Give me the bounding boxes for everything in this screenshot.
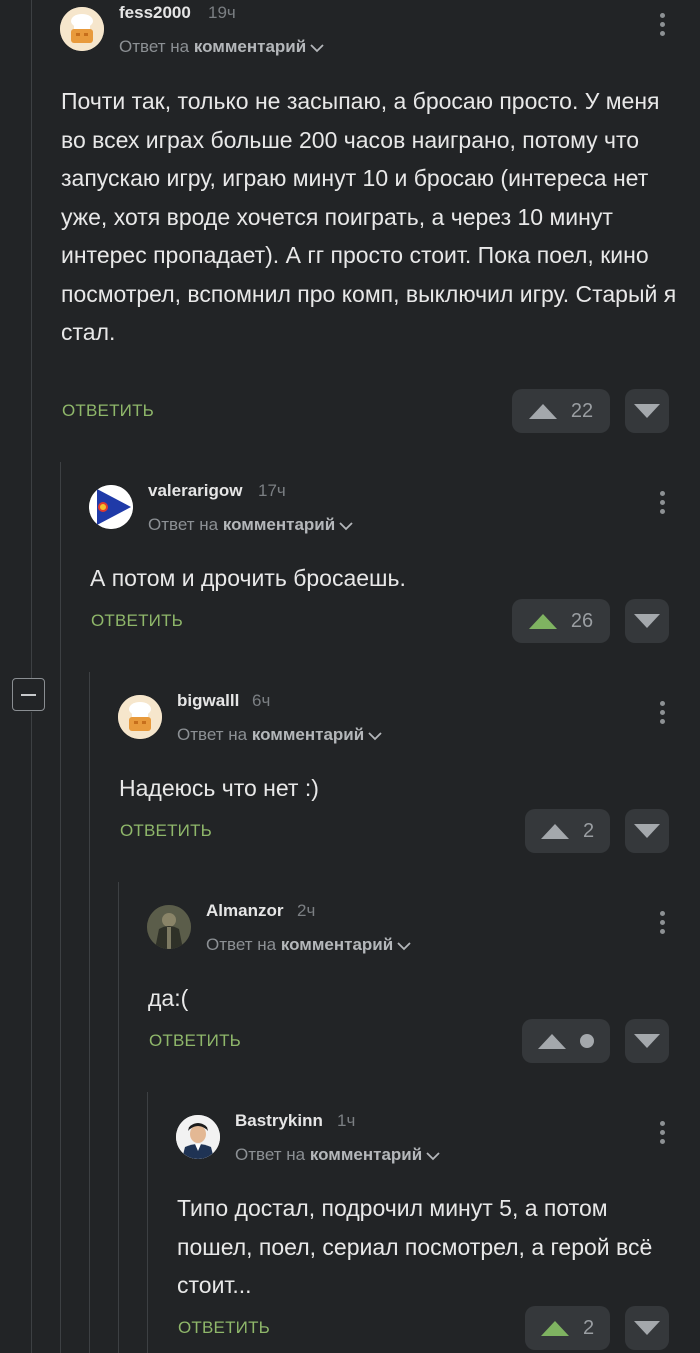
thread-line [31, 0, 32, 678]
downvote-button[interactable] [625, 599, 669, 643]
avatar[interactable] [176, 1115, 220, 1159]
user-photo-icon [147, 905, 191, 949]
author-name[interactable]: fess2000 [119, 3, 191, 23]
more-options-icon[interactable] [657, 911, 667, 941]
author-name[interactable]: bigwalll [177, 691, 239, 711]
more-options-icon[interactable] [657, 13, 667, 43]
upvote-button[interactable]: 2 [525, 809, 610, 853]
reply-button[interactable]: ОТВЕТИТЬ [62, 401, 154, 421]
comment-text: Типо достал, подрочил минут 5, а потом п… [177, 1195, 653, 1298]
chevron-down-icon [368, 731, 382, 740]
reply-to-link[interactable]: Ответ на комментарий [235, 1145, 440, 1165]
reply-to-link[interactable]: Ответ на комментарий [119, 37, 324, 57]
comment-text: да:( [148, 985, 189, 1011]
chevron-down-icon [339, 521, 353, 530]
chevron-down-icon [426, 1151, 440, 1160]
arrow-down-icon [634, 1321, 660, 1335]
rating-count: 2 [582, 819, 595, 842]
avatar[interactable] [147, 905, 191, 949]
author-name[interactable]: Almanzor [206, 901, 283, 921]
arrow-down-icon [634, 614, 660, 628]
arrow-up-icon [528, 403, 557, 419]
downvote-button[interactable] [625, 389, 669, 433]
downvote-button[interactable] [625, 1306, 669, 1350]
collapse-thread-button[interactable] [12, 678, 45, 711]
upvote-button[interactable]: 2 [525, 1306, 610, 1350]
minus-icon [21, 693, 36, 696]
chef-avatar-icon [118, 695, 162, 739]
arrow-up-icon [540, 823, 569, 839]
rating-count: 2 [582, 1316, 595, 1339]
comment-time: 6ч [252, 691, 271, 710]
arrow-up-icon [538, 1033, 566, 1049]
reply-to-link[interactable]: Ответ на комментарий [148, 515, 353, 535]
comment-time: 19ч [208, 3, 236, 22]
avatar[interactable] [118, 695, 162, 739]
rating-hidden-dot-icon [580, 1034, 594, 1048]
arrow-up-icon [528, 613, 557, 629]
downvote-button[interactable] [625, 1019, 669, 1063]
rating-count: 22 [570, 399, 594, 422]
arrow-down-icon [634, 824, 660, 838]
more-options-icon[interactable] [657, 701, 667, 731]
reply-to-link[interactable]: Ответ на комментарий [206, 935, 411, 955]
reply-to-link[interactable]: Ответ на комментарий [177, 725, 382, 745]
author-name[interactable]: valerarigow [148, 481, 243, 501]
user-photo-icon [176, 1115, 220, 1159]
upvote-button[interactable]: 26 [512, 599, 610, 643]
arrow-down-icon [634, 1034, 660, 1048]
reply-button[interactable]: ОТВЕТИТЬ [178, 1318, 270, 1338]
more-options-icon[interactable] [657, 1121, 667, 1151]
comment-time: 17ч [258, 481, 286, 500]
chef-avatar-icon [60, 7, 104, 51]
reply-button[interactable]: ОТВЕТИТЬ [149, 1031, 241, 1051]
chevron-down-icon [397, 941, 411, 950]
thread-line [89, 672, 90, 1353]
thread-line [118, 882, 119, 1353]
thread-line [60, 462, 61, 1353]
flag-avatar-icon [89, 485, 133, 529]
arrow-down-icon [634, 404, 660, 418]
thread-line [31, 712, 32, 1353]
chevron-down-icon [310, 43, 324, 52]
thread-line [147, 1092, 148, 1353]
more-options-icon[interactable] [657, 491, 667, 521]
comment-time: 2ч [297, 901, 316, 920]
upvote-button[interactable] [522, 1019, 610, 1063]
downvote-button[interactable] [625, 809, 669, 853]
reply-button[interactable]: ОТВЕТИТЬ [91, 611, 183, 631]
comment-text: Надеюсь что нет :) [119, 775, 319, 801]
arrow-up-icon [540, 1320, 569, 1336]
upvote-button[interactable]: 22 [512, 389, 610, 433]
avatar[interactable] [60, 7, 104, 51]
comment-text: А потом и дрочить бросаешь. [90, 565, 406, 591]
rating-count: 26 [570, 609, 594, 632]
comment-text: Почти так, только не засыпаю, а бросаю п… [61, 88, 677, 345]
comment-time: 1ч [337, 1111, 356, 1130]
author-name[interactable]: Bastrykinn [235, 1111, 323, 1131]
reply-button[interactable]: ОТВЕТИТЬ [120, 821, 212, 841]
avatar[interactable] [89, 485, 133, 529]
